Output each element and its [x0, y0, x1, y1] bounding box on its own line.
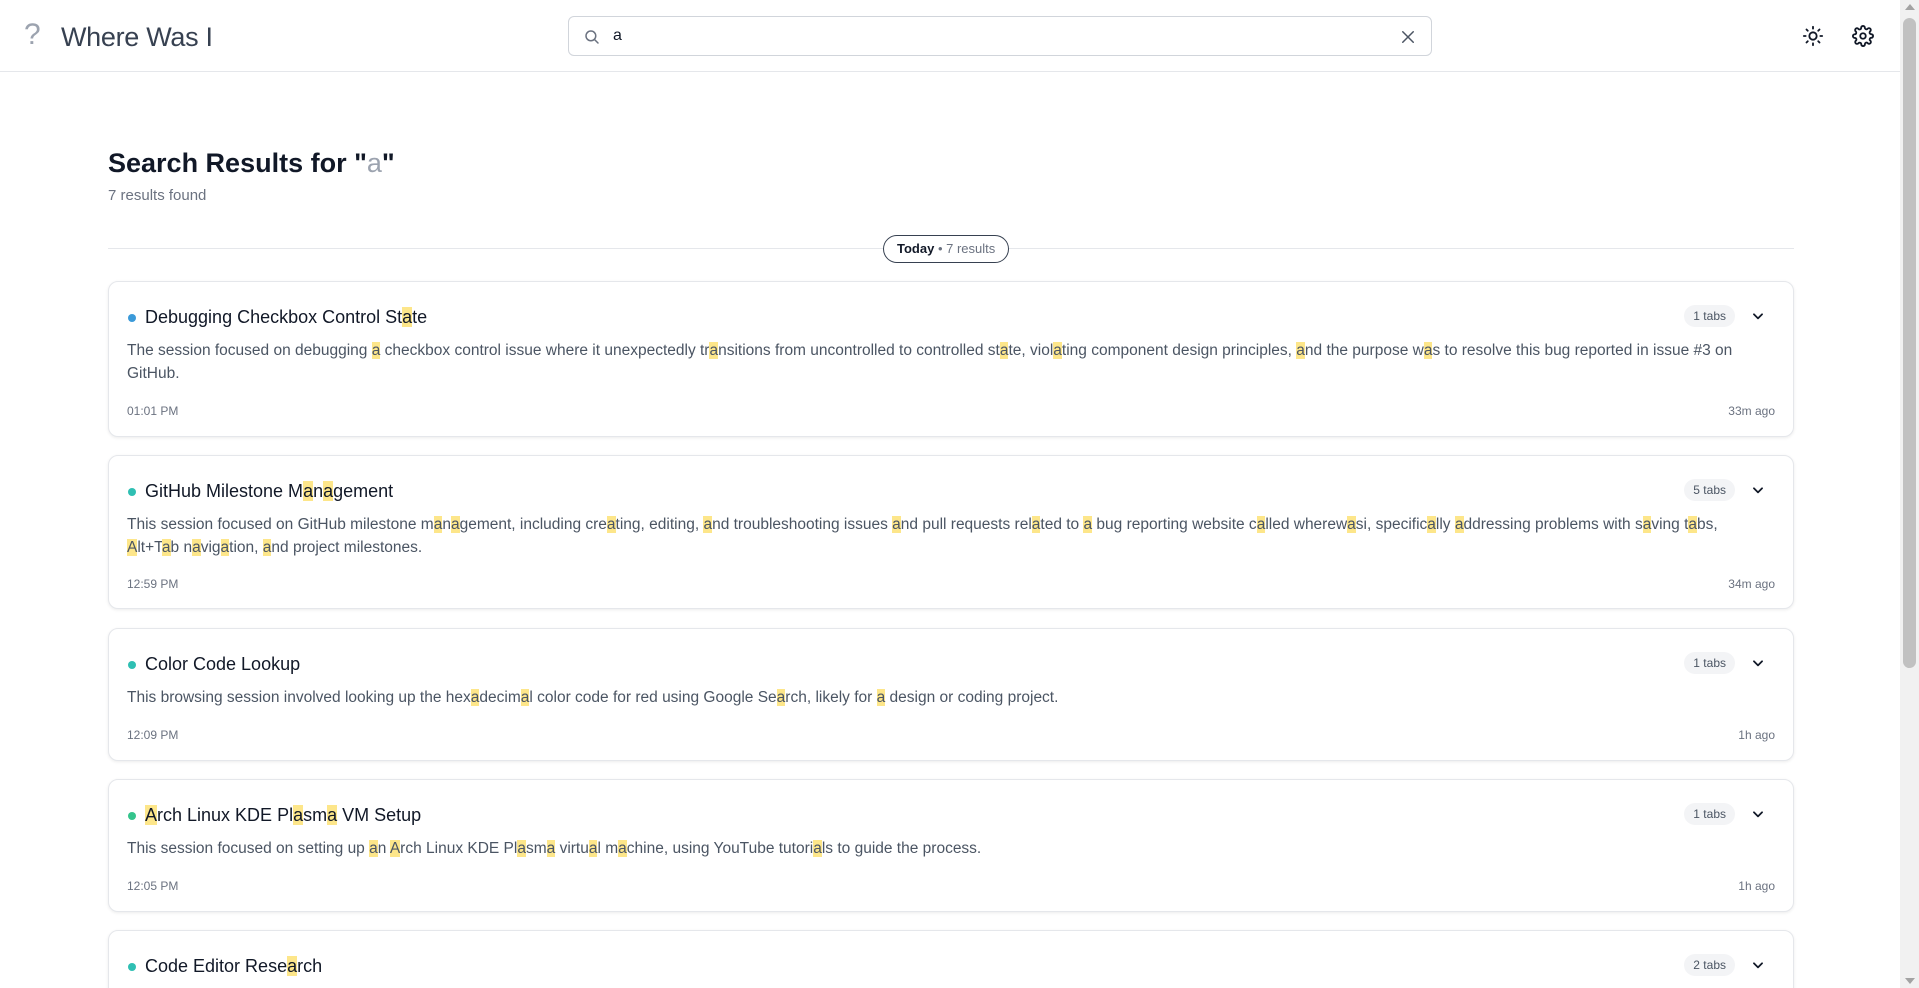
status-dot [128, 812, 136, 820]
status-dot [128, 488, 136, 496]
session-card[interactable]: Code Editor Research 2 tabs [108, 930, 1794, 988]
scroll-down-arrow-icon[interactable] [1905, 978, 1915, 984]
chevron-down-icon[interactable] [1751, 807, 1765, 821]
gear-icon[interactable] [1852, 25, 1874, 47]
tabs-badge: 2 tabs [1684, 954, 1735, 976]
card-description: This session focused on GitHub milestone… [127, 516, 1718, 556]
status-dot [128, 963, 136, 971]
search-icon [585, 30, 599, 44]
app-title[interactable]: Where Was I [61, 20, 213, 54]
search-input[interactable] [613, 25, 1373, 47]
card-title[interactable]: Color Code Lookup [145, 652, 300, 676]
card-description: The session focused on debugging a check… [127, 342, 1733, 382]
day-group-pill: Today • 7 results [883, 235, 1010, 263]
card-time: 01:01 PM [127, 404, 179, 418]
sun-icon[interactable] [1802, 25, 1824, 47]
card-time: 12:09 PM [127, 728, 179, 742]
chevron-down-icon[interactable] [1751, 958, 1765, 972]
card-title[interactable]: Debugging Checkbox Control State [145, 305, 427, 329]
session-card[interactable]: Arch Linux KDE Plasma VM Setup 1 tabs Th… [108, 779, 1794, 912]
tabs-badge: 5 tabs [1684, 479, 1735, 501]
card-description: This session focused on setting up an Ar… [127, 840, 982, 857]
scroll-up-arrow-icon[interactable] [1905, 4, 1915, 10]
scrollbar-thumb[interactable] [1903, 18, 1916, 668]
card-time: 12:05 PM [127, 879, 179, 893]
card-title[interactable]: Code Editor Research [145, 954, 322, 978]
chevron-down-icon[interactable] [1751, 656, 1765, 670]
card-ago: 1h ago [1738, 728, 1775, 742]
close-icon[interactable] [1399, 28, 1417, 46]
search-bar[interactable] [568, 16, 1432, 56]
day-count: • 7 results [934, 241, 996, 256]
card-ago: 33m ago [1728, 404, 1775, 418]
tabs-badge: 1 tabs [1684, 652, 1735, 674]
app-header: ? Where Was I [0, 0, 1900, 72]
status-dot [128, 314, 136, 322]
page-scrollbar[interactable] [1900, 0, 1919, 988]
title-prefix: Search Results for " [108, 148, 367, 178]
card-ago: 34m ago [1728, 577, 1775, 591]
day-label: Today [897, 241, 935, 256]
chevron-down-icon[interactable] [1751, 309, 1765, 323]
status-dot [128, 661, 136, 669]
chevron-down-icon[interactable] [1751, 483, 1765, 497]
title-query: a [366, 148, 382, 178]
page-title: Search Results for "a" [108, 145, 395, 181]
app-logo-icon: ? [24, 18, 41, 51]
session-card[interactable]: Color Code Lookup 1 tabs This browsing s… [108, 628, 1794, 761]
results-count: 7 results found [108, 187, 207, 204]
card-title[interactable]: GitHub Milestone Management [145, 479, 393, 503]
tabs-badge: 1 tabs [1684, 305, 1735, 327]
session-card[interactable]: GitHub Milestone Management 5 tabs This … [108, 455, 1794, 609]
card-ago: 1h ago [1738, 879, 1775, 893]
card-title[interactable]: Arch Linux KDE Plasma VM Setup [145, 803, 421, 827]
card-time: 12:59 PM [127, 577, 179, 591]
tabs-badge: 1 tabs [1684, 803, 1735, 825]
title-suffix: " [381, 148, 395, 178]
card-description: This browsing session involved looking u… [127, 689, 1059, 706]
session-card[interactable]: Debugging Checkbox Control State 1 tabs … [108, 281, 1794, 437]
